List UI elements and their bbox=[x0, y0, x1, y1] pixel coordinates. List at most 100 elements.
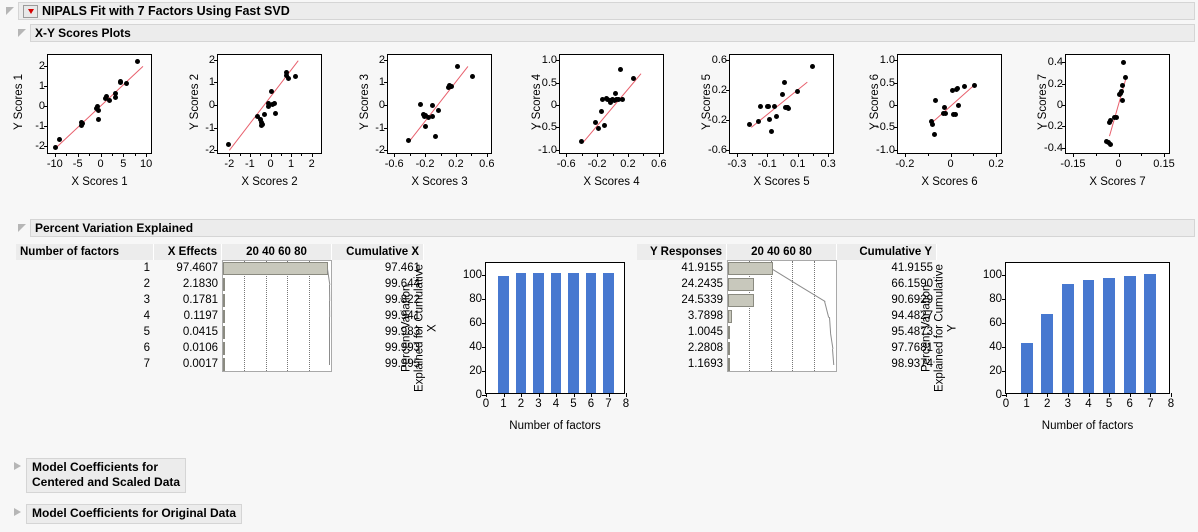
data-point[interactable] bbox=[617, 67, 623, 73]
data-point[interactable] bbox=[1120, 82, 1126, 88]
model-coefficients-original-label[interactable]: Model Coefficients for Original Data bbox=[26, 504, 243, 524]
y-table-header-cell[interactable]: Y Responses bbox=[637, 244, 727, 260]
model-coefficients-centered-node[interactable]: Model Coefficients for Centered and Scal… bbox=[14, 458, 187, 493]
data-point[interactable] bbox=[56, 137, 62, 143]
data-point[interactable] bbox=[955, 86, 961, 92]
data-point[interactable] bbox=[470, 74, 476, 80]
data-point[interactable] bbox=[961, 83, 967, 89]
data-point[interactable] bbox=[1122, 74, 1128, 80]
scatter-6-plot-area[interactable]: -1.0 -0.5 0 0.5 1.0 -0.2 0 0.2 bbox=[876, 54, 1004, 170]
data-point[interactable] bbox=[930, 122, 936, 128]
data-point[interactable] bbox=[1119, 98, 1125, 104]
data-point[interactable] bbox=[95, 107, 101, 113]
x-table-header-cell[interactable]: X Effects bbox=[154, 244, 222, 260]
scatter-5-plot-area[interactable]: -0.6 -0.2 0.2 0.6 -0.3 -0.1 0.1 0.3 bbox=[708, 54, 836, 170]
x-table-header-cell[interactable]: Number of factors bbox=[16, 244, 154, 260]
data-point[interactable] bbox=[613, 90, 619, 96]
bar-factor-4[interactable] bbox=[1082, 279, 1095, 393]
x-effects-mini-chart[interactable] bbox=[222, 260, 332, 372]
data-point[interactable] bbox=[79, 121, 85, 127]
data-point[interactable] bbox=[225, 141, 231, 147]
red-triangle-menu-icon[interactable] bbox=[23, 4, 38, 18]
data-point[interactable] bbox=[435, 107, 441, 113]
percent-variation-outline-node[interactable]: Percent Variation Explained bbox=[14, 219, 1195, 237]
disclosure-triangle-open-icon[interactable] bbox=[18, 28, 27, 38]
bar-factor-5[interactable] bbox=[568, 273, 579, 393]
data-point[interactable] bbox=[771, 103, 777, 109]
y-responses-mini-chart[interactable] bbox=[727, 260, 837, 372]
data-point[interactable] bbox=[599, 109, 605, 115]
y-table-header-cell[interactable]: Cumulative Y bbox=[837, 244, 937, 260]
data-point[interactable] bbox=[433, 133, 439, 139]
data-point[interactable] bbox=[269, 88, 275, 94]
data-point[interactable] bbox=[953, 112, 959, 118]
model-coefficients-original-node[interactable]: Model Coefficients for Original Data bbox=[14, 504, 243, 524]
data-point[interactable] bbox=[134, 58, 140, 64]
disclosure-triangle-open-icon[interactable] bbox=[6, 6, 15, 16]
data-point[interactable] bbox=[106, 97, 112, 103]
cumulative-x-plot-area[interactable]: 0 20 40 60 80 100 0 1 2 3 4 5 6 7 8 bbox=[463, 262, 629, 410]
bar-factor-3[interactable] bbox=[533, 273, 544, 393]
data-point[interactable] bbox=[406, 138, 412, 144]
data-point[interactable] bbox=[113, 94, 119, 100]
bar-factor-3[interactable] bbox=[1061, 284, 1074, 393]
data-point[interactable] bbox=[53, 144, 59, 150]
data-point[interactable] bbox=[780, 92, 785, 98]
data-point[interactable] bbox=[96, 116, 102, 122]
data-point[interactable] bbox=[931, 131, 937, 137]
data-point[interactable] bbox=[448, 83, 454, 89]
data-point[interactable] bbox=[620, 96, 626, 102]
scatter-7-plot-area[interactable]: -0.4 -0.2 0 0.2 0.4 -0.15 0 0.15 bbox=[1044, 54, 1175, 170]
y-table-header-cell[interactable]: 20 40 60 80 bbox=[727, 244, 837, 260]
data-point[interactable] bbox=[1113, 115, 1119, 121]
data-point[interactable] bbox=[757, 103, 763, 109]
data-point[interactable] bbox=[766, 103, 772, 109]
bar-factor-1[interactable] bbox=[498, 276, 509, 393]
data-point[interactable] bbox=[630, 75, 636, 81]
data-point[interactable] bbox=[272, 111, 278, 117]
data-point[interactable] bbox=[769, 128, 775, 134]
data-point[interactable] bbox=[454, 63, 460, 69]
data-point[interactable] bbox=[943, 111, 949, 117]
scatter-2-plot-area[interactable]: -2 -1 0 1 2 -2 -1 0 1 2 bbox=[205, 54, 322, 170]
bar-factor-1[interactable] bbox=[1020, 342, 1033, 393]
bar-factor-2[interactable] bbox=[515, 273, 527, 393]
data-point[interactable] bbox=[1119, 89, 1125, 95]
data-point[interactable] bbox=[261, 111, 267, 117]
data-point[interactable] bbox=[579, 139, 585, 145]
bar-factor-6[interactable] bbox=[1123, 275, 1136, 393]
x-table-header-cell[interactable]: 20 40 60 80 bbox=[222, 244, 332, 260]
disclosure-triangle-closed-icon[interactable] bbox=[14, 462, 23, 471]
scatter-4-plot-area[interactable]: -1.0 -0.5 0 0.5 1.0 -0.6 -0.2 0.2 0.6 bbox=[538, 54, 666, 170]
model-coefficients-centered-label[interactable]: Model Coefficients for Centered and Scal… bbox=[26, 458, 187, 493]
data-point[interactable] bbox=[933, 98, 939, 104]
data-point[interactable] bbox=[971, 82, 977, 88]
data-point[interactable] bbox=[773, 113, 779, 119]
scatter-3-plot-area[interactable]: -2 -1 0 1 2 -0.6 -0.2 0.2 0.6 bbox=[375, 54, 494, 170]
data-point[interactable] bbox=[292, 74, 298, 80]
bar-factor-5[interactable] bbox=[1103, 278, 1116, 393]
cumulative-y-plot-area[interactable]: 0 20 40 60 80 100 0 1 2 3 4 5 6 7 8 bbox=[983, 262, 1174, 410]
data-point[interactable] bbox=[602, 123, 608, 129]
bar-factor-2[interactable] bbox=[1041, 313, 1054, 393]
disclosure-triangle-closed-icon[interactable] bbox=[14, 508, 23, 517]
data-point[interactable] bbox=[755, 118, 761, 124]
data-point[interactable] bbox=[746, 121, 752, 127]
data-point[interactable] bbox=[429, 113, 435, 119]
data-point[interactable] bbox=[260, 121, 266, 127]
bar-factor-4[interactable] bbox=[550, 273, 562, 393]
data-point[interactable] bbox=[423, 124, 429, 130]
data-point[interactable] bbox=[795, 89, 801, 95]
disclosure-triangle-open-icon[interactable] bbox=[18, 223, 27, 233]
data-point[interactable] bbox=[955, 102, 961, 108]
data-point[interactable] bbox=[781, 80, 787, 86]
bar-factor-6[interactable] bbox=[585, 273, 597, 393]
data-point[interactable] bbox=[1120, 59, 1126, 65]
data-point[interactable] bbox=[786, 106, 792, 112]
nipals-outline-node[interactable]: NIPALS Fit with 7 Factors Using Fast SVD bbox=[2, 2, 1195, 20]
data-point[interactable] bbox=[124, 80, 130, 86]
data-point[interactable] bbox=[271, 101, 277, 107]
data-point[interactable] bbox=[1108, 141, 1114, 147]
scores-plots-outline-node[interactable]: X-Y Scores Plots bbox=[14, 24, 1195, 42]
bar-factor-7[interactable] bbox=[1144, 274, 1157, 393]
